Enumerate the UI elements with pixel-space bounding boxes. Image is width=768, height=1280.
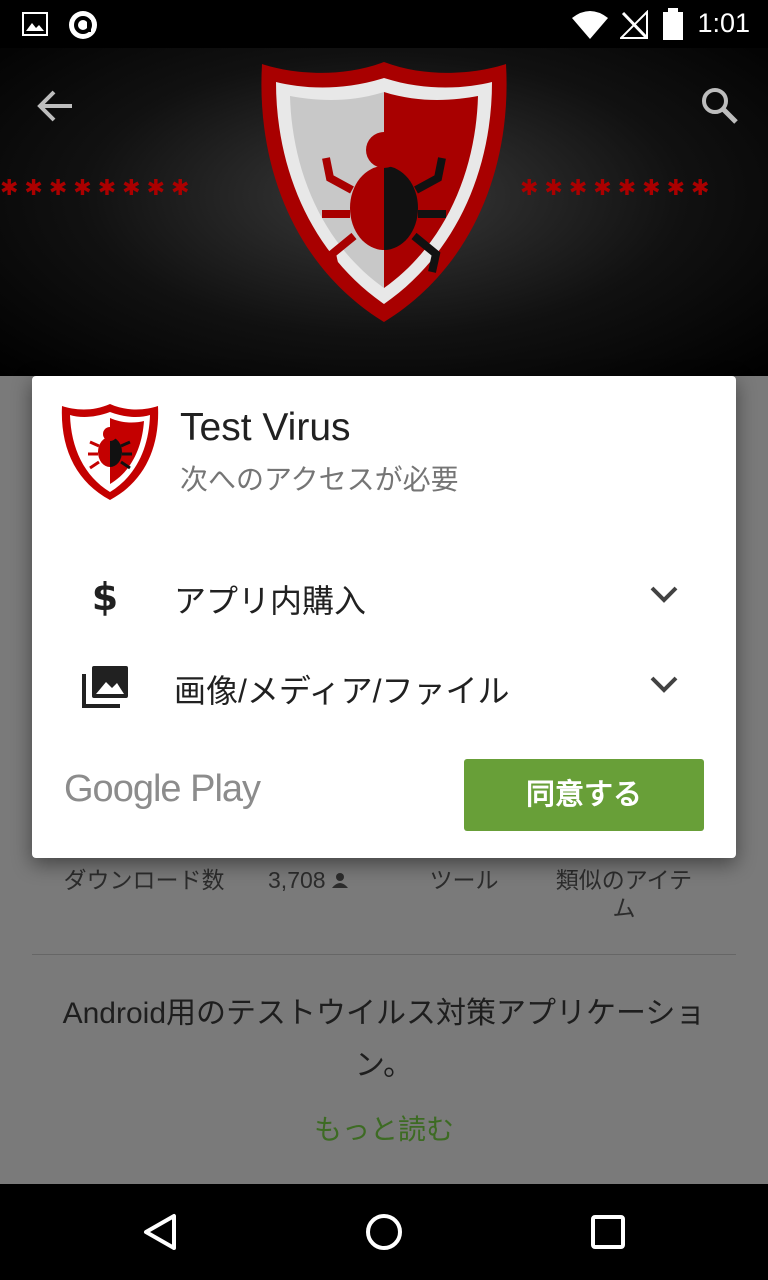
hero-shield-logo bbox=[261, 62, 507, 322]
back-nav-icon[interactable] bbox=[140, 1212, 180, 1252]
search-icon[interactable] bbox=[700, 86, 740, 126]
ratings-count: 3,708 bbox=[268, 867, 326, 893]
ratings-count-stat: 3,708 bbox=[252, 866, 364, 894]
downloads-stat: ダウンロード数 bbox=[63, 867, 225, 893]
chevron-down-icon[interactable] bbox=[646, 672, 682, 698]
permission-label: アプリ内購入 bbox=[174, 583, 367, 619]
agree-button[interactable]: 同意する bbox=[464, 759, 704, 831]
permission-label: 画像/メディア/ファイル bbox=[174, 673, 510, 709]
app-description: Android用のテストウイルス対策アプリケーション。 bbox=[62, 997, 706, 1082]
person-icon bbox=[331, 873, 348, 888]
category-stat[interactable]: ツール bbox=[404, 866, 524, 894]
app-icon bbox=[61, 404, 159, 500]
svg-text:$: $ bbox=[92, 575, 118, 616]
app-notification-icon bbox=[69, 11, 97, 39]
permission-media-files[interactable]: 画像/メディア/ファイル bbox=[32, 650, 736, 720]
home-nav-icon[interactable] bbox=[364, 1212, 404, 1252]
battery-icon bbox=[663, 8, 683, 40]
permission-in-app-purchases[interactable]: $ アプリ内購入 bbox=[32, 560, 736, 630]
bug-pattern-left: ✱✱✱✱✱✱✱✱ bbox=[0, 176, 196, 201]
status-bar: 1:01 bbox=[0, 0, 768, 48]
similar-items-stat[interactable]: 類似のアイテム bbox=[548, 866, 700, 922]
divider bbox=[32, 954, 736, 955]
dialog-subtitle: 次へのアクセスが必要 bbox=[180, 464, 459, 495]
app-title: Test Virus bbox=[180, 406, 351, 449]
no-signal-icon bbox=[620, 10, 648, 39]
clock: 1:01 bbox=[697, 8, 750, 38]
permissions-dialog: Test Virus 次へのアクセスが必要 $ アプリ内購入 画像/メディア/フ… bbox=[32, 376, 736, 858]
photo-library-icon bbox=[82, 666, 128, 708]
dollar-icon: $ bbox=[92, 575, 118, 616]
read-more-link[interactable]: もっと読む bbox=[0, 1108, 768, 1148]
wifi-icon bbox=[572, 11, 608, 39]
bug-pattern-right: ✱✱✱✱✱✱✱✱ bbox=[520, 176, 716, 201]
app-header-banner: ✱✱✱✱✱✱✱✱ ✱✱✱✱✱✱✱✱ bbox=[0, 48, 768, 376]
recents-nav-icon[interactable] bbox=[588, 1212, 628, 1252]
image-notification-icon bbox=[22, 12, 48, 36]
google-play-logo: Google Play bbox=[64, 768, 261, 810]
chevron-down-icon[interactable] bbox=[646, 582, 682, 608]
navigation-bar bbox=[0, 1184, 768, 1280]
back-arrow-icon[interactable] bbox=[36, 88, 76, 124]
